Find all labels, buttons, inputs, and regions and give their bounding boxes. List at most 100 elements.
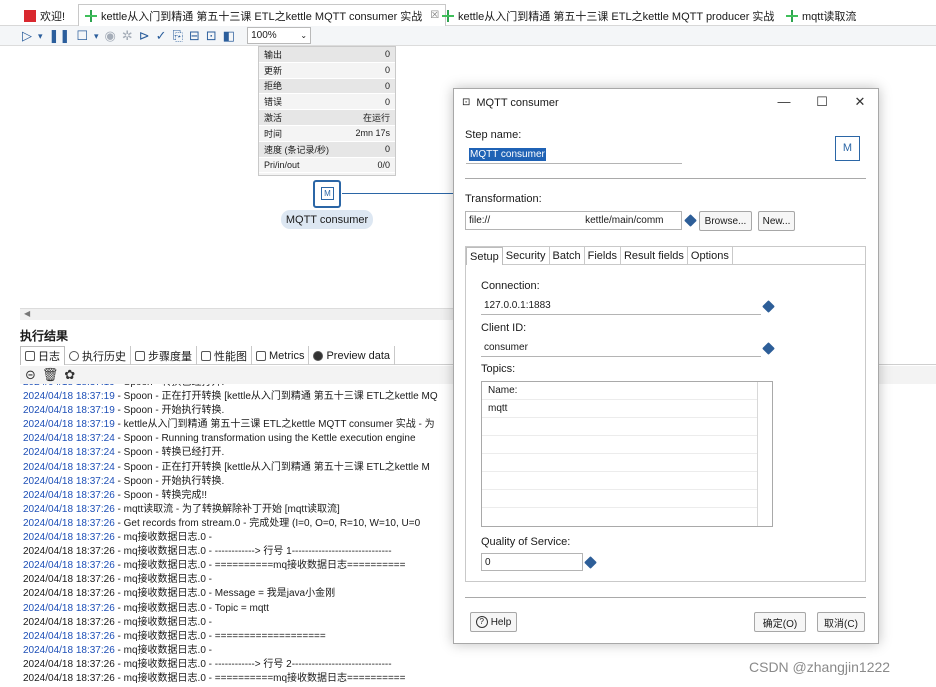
sql-icon[interactable]: ⊟: [189, 28, 200, 44]
table-row[interactable]: [482, 454, 757, 472]
log-timestamp: 2024/04/18 18:37:26: [23, 588, 115, 600]
variable-icon: [584, 556, 597, 569]
metric-row: 拒绝 0: [259, 78, 395, 95]
tab-mqtt-producer[interactable]: kettle从入门到精通 第五十三课 ETL之kettle MQTT produ…: [436, 6, 780, 26]
log-icon: [25, 351, 35, 361]
stop-icon[interactable]: ☐: [76, 28, 88, 44]
connection-label: Connection:: [481, 280, 540, 292]
log-line: 2024/04/18 18:37:26 - mq接收数据日志.0 - -----…: [20, 545, 454, 559]
topic-row[interactable]: mqtt: [482, 400, 757, 418]
stop-log-icon[interactable]: ⊝: [25, 367, 36, 383]
log-settings-icon[interactable]: ✿: [64, 367, 75, 383]
minimize-button[interactable]: —: [776, 94, 792, 109]
log-output[interactable]: 2024/04/18 18:37:19 - Spoon - 转换已经打开.202…: [20, 384, 454, 687]
cancel-button[interactable]: 取消(C): [817, 612, 865, 632]
clear-log-icon[interactable]: 🗑: [42, 367, 59, 383]
metric-row: 错误 0: [259, 94, 395, 111]
scroll-left-icon[interactable]: ◀: [24, 309, 30, 318]
client-id-input[interactable]: consumer: [481, 339, 761, 357]
tab-mqtt-consumer[interactable]: kettle从入门到精通 第五十三课 ETL之kettle MQTT consu…: [78, 4, 447, 26]
tab-performance-chart[interactable]: 性能图: [197, 346, 252, 365]
impact-icon[interactable]: ⎘: [173, 28, 183, 44]
log-message: - mq接收数据日志.0 - ------------> 行号 2-------…: [114, 658, 392, 670]
log-timestamp: 2024/04/18 18:37:26: [23, 517, 115, 529]
log-message: - mq接收数据日志.0 - ===================: [114, 630, 326, 642]
tab-metrics[interactable]: Metrics: [252, 346, 310, 365]
transformation-path-prefix: file://: [469, 215, 491, 226]
verify-icon[interactable]: ✓: [156, 28, 167, 44]
metric-row: Pri/in/out 0/0: [259, 158, 395, 174]
run-icon[interactable]: ▷: [22, 28, 32, 44]
metric-value: 在运行: [362, 113, 390, 124]
metric-value: 0: [384, 65, 390, 76]
metric-value: 0: [384, 80, 390, 91]
tab-result-fields[interactable]: Result fields: [621, 247, 688, 265]
log-timestamp: 2024/04/18 18:37:24: [23, 475, 115, 487]
step-name-input[interactable]: MQTT consumer: [466, 146, 682, 164]
tab-mqtt-read-stream-label: mqtt读取流: [802, 11, 857, 23]
debug-icon[interactable]: ✲: [122, 28, 133, 44]
dialog-window-icon: ⊡: [462, 97, 471, 108]
metric-label: 激活: [264, 113, 283, 124]
metric-value: 0: [384, 144, 390, 155]
maximize-button[interactable]: ☐: [814, 94, 830, 110]
tab-mqtt-read-stream[interactable]: mqtt读取流: [780, 6, 862, 26]
zoom-select[interactable]: 100% ⌄: [247, 27, 312, 44]
preview-eye-icon: [313, 350, 324, 361]
stop-dropdown-icon[interactable]: ▾: [94, 28, 99, 44]
topics-table[interactable]: Name: mqtt: [481, 381, 773, 527]
explore-db-icon[interactable]: ⊡: [206, 28, 217, 44]
log-line: 2024/04/18 18:37:26 - mq接收数据日志.0 -: [20, 531, 454, 545]
mqtt-consumer-step-label[interactable]: MQTT consumer: [281, 210, 373, 229]
table-row[interactable]: [482, 418, 757, 436]
tab-batch[interactable]: Batch: [550, 247, 585, 265]
pause-icon[interactable]: ❚❚: [49, 28, 71, 44]
transformation-toolbar: ▷ ▾ ❚❚ ☐ ▾ ◉ ✲ ⊳ ✓ ⎘ ⊟ ⊡ ◧ 100% ⌄: [0, 26, 936, 46]
transformation-path-input[interactable]: file:// kettle/main/comm: [465, 211, 682, 230]
connection-input[interactable]: 127.0.0.1:1883: [481, 297, 761, 315]
log-line: 2024/04/18 18:37:26 - Spoon - 转换完成!!: [20, 489, 454, 503]
tab-preview-data[interactable]: Preview data: [309, 346, 396, 365]
metric-row: 速度 (条记录/秒) 0: [259, 141, 395, 158]
table-row[interactable]: [482, 472, 757, 490]
metric-label: 错误: [264, 97, 283, 108]
tab-step-metrics[interactable]: 步骤度量: [131, 346, 197, 365]
log-message: - mqtt读取流 - 为了转换解除补丁开始 [mqtt读取流]: [114, 503, 340, 515]
ok-button[interactable]: 确定(O): [754, 612, 806, 632]
mqtt-consumer-step[interactable]: M: [313, 180, 341, 208]
tab-security[interactable]: Security: [503, 247, 550, 265]
metric-row: 输出 0: [259, 47, 395, 63]
log-timestamp: 2024/04/18 18:37:26: [23, 602, 115, 614]
dialog-tab-folder: Setup Security Batch Fields Result field…: [465, 246, 866, 582]
canvas-horizontal-scrollbar[interactable]: ◀: [20, 308, 454, 320]
preview-icon[interactable]: ◉: [105, 28, 116, 44]
log-line: 2024/04/18 18:37:24 - Spoon - 正在打开转换 [ke…: [20, 461, 454, 475]
log-timestamp: 2024/04/18 18:37:24: [23, 447, 115, 459]
variable-icon: [762, 342, 775, 355]
run-dropdown-icon[interactable]: ▾: [38, 28, 43, 44]
table-row[interactable]: [482, 436, 757, 454]
log-timestamp: 2024/04/18 18:37:26: [23, 574, 115, 586]
close-button[interactable]: ✕: [852, 94, 868, 110]
topics-label: Topics:: [481, 363, 516, 375]
tab-log[interactable]: 日志: [20, 346, 65, 365]
tab-fields[interactable]: Fields: [585, 247, 621, 265]
log-message: - mq接收数据日志.0 -: [114, 644, 212, 656]
chevron-down-icon: ⌄: [300, 31, 308, 40]
help-button[interactable]: ? Help: [470, 612, 517, 632]
qos-input[interactable]: 0: [481, 553, 583, 571]
table-row[interactable]: [482, 490, 757, 508]
tab-setup[interactable]: Setup: [466, 247, 503, 265]
new-button[interactable]: New...: [758, 211, 795, 231]
log-timestamp: 2024/04/18 18:37:26: [23, 489, 115, 501]
replay-icon[interactable]: ⊳: [139, 28, 150, 44]
log-message: - mq接收数据日志.0 - ==========mq接收数据日志=======…: [114, 672, 406, 684]
mqtt-step-icon: M: [321, 187, 334, 200]
show-results-icon[interactable]: ◧: [223, 28, 235, 44]
tab-history[interactable]: 执行历史: [65, 346, 131, 365]
tab-options[interactable]: Options: [688, 247, 733, 265]
qos-label: Quality of Service:: [481, 536, 571, 548]
tab-welcome[interactable]: 欢迎!: [18, 6, 71, 26]
dialog-tabs: Setup Security Batch Fields Result field…: [466, 247, 866, 265]
browse-button[interactable]: Browse...: [699, 211, 752, 231]
